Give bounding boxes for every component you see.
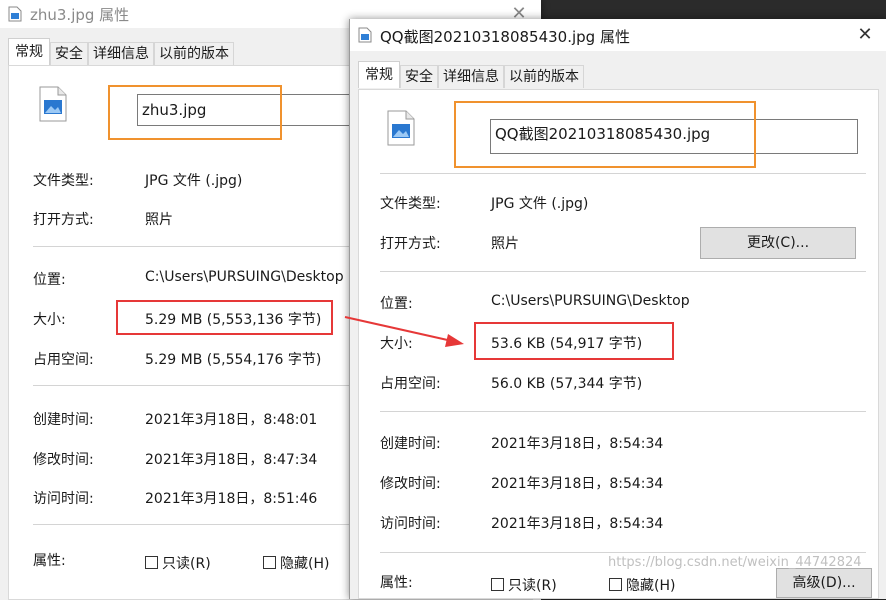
watermark: https://blog.csdn.net/weixin_44742824 — [608, 555, 862, 570]
comparison-arrow-icon — [344, 316, 464, 347]
